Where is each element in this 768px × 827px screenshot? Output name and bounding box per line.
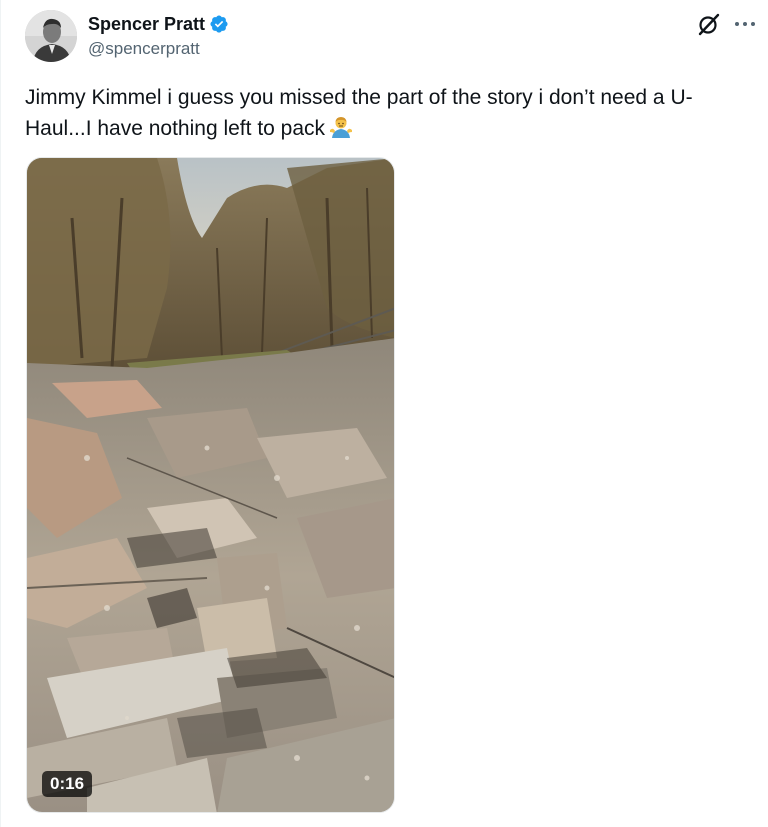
tweet-card: Spencer Pratt @spencerpratt Jimmy Kimmel… <box>0 0 768 827</box>
display-name[interactable]: Spencer Pratt <box>88 14 205 35</box>
avatar-image <box>25 10 77 62</box>
verified-badge-icon[interactable] <box>209 14 229 34</box>
tweet-text-content: Jimmy Kimmel i guess you missed the part… <box>25 86 693 140</box>
video-player[interactable]: 0:16 <box>26 157 395 813</box>
author-names: Spencer Pratt @spencerpratt <box>88 13 229 59</box>
tweet-text: Jimmy Kimmel i guess you missed the part… <box>25 82 745 144</box>
author-handle[interactable]: @spencerpratt <box>88 39 229 59</box>
video-thumbnail <box>27 158 394 812</box>
more-icon[interactable] <box>731 12 759 36</box>
grok-icon[interactable] <box>697 12 721 36</box>
man-shrugging-emoji-icon <box>329 115 353 139</box>
avatar[interactable] <box>25 10 77 62</box>
video-duration-badge: 0:16 <box>42 771 93 797</box>
display-name-row: Spencer Pratt <box>88 13 229 35</box>
tweet-header: Spencer Pratt @spencerpratt <box>25 10 755 66</box>
